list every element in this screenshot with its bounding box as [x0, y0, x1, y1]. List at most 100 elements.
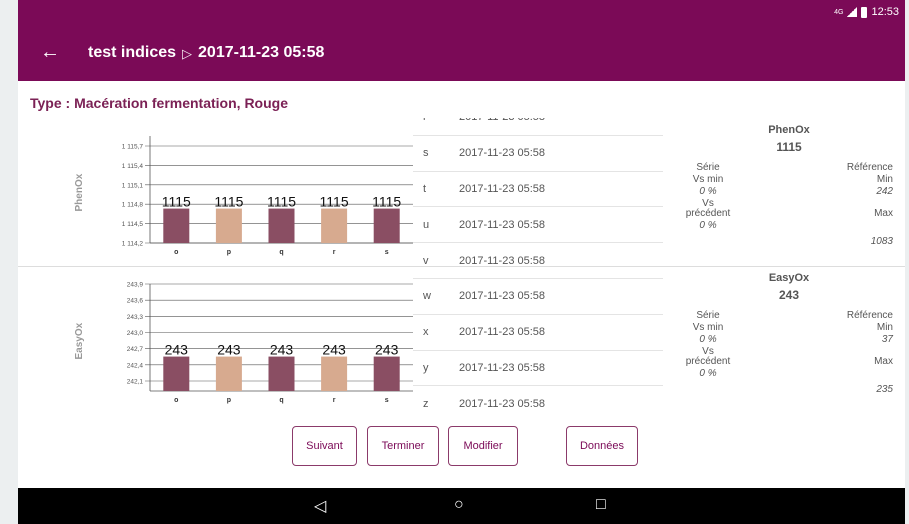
panel-name: EasyOx [768, 272, 810, 284]
list-item-date: 2017-11-23 05:58 [459, 290, 546, 303]
data-label: 243 [217, 342, 241, 358]
precedent-label: précédent [685, 208, 731, 219]
max-label: Max [874, 356, 893, 367]
bar-q [268, 356, 295, 391]
type-label: Type : Macération fermentation, Rouge [30, 95, 288, 111]
reference-label: Référence [846, 310, 893, 321]
arrow-left-icon[interactable]: ← [40, 41, 60, 64]
x-tick-label: s [385, 397, 389, 404]
title-date: 2017-11-23 05:58 [198, 44, 325, 61]
list-item[interactable]: w 2017-11-23 05:58 [413, 279, 663, 315]
title-separator: ▷ [182, 46, 193, 61]
easyox-chart: EasyOx 243,9 243,6 243,3 243,0 242,7 242,4 242,… [74, 282, 413, 404]
list-item-key: y [423, 361, 429, 374]
panel-name: PhenOx [768, 124, 810, 136]
list-item-key: w [423, 290, 431, 303]
easyox-panel: EasyOx 243 Série Vs min 0 % Vs précédent 0 % Réf… [673, 272, 905, 412]
bar-s [373, 208, 400, 243]
list-item[interactable]: r2017-11-23 05:58 [413, 118, 663, 136]
home-nav-icon[interactable]: ○ [454, 496, 464, 514]
y-axis-title: EasyOx [74, 322, 85, 359]
vs-min-label: Vs min [692, 174, 724, 185]
list-item[interactable]: v 2017-11-23 05:58 [413, 243, 663, 279]
page-title: test indices ▷ 2017-11-23 05:58 [88, 44, 324, 62]
phenox-panel: PhenOx 1115 Série Vs min 0 % Vs précédent 0 % Ré… [673, 124, 905, 264]
y-tick-label: 243,3 [127, 314, 144, 321]
y-tick-label: 243,9 [127, 282, 144, 289]
y-tick-label: 1 114,8 [122, 202, 144, 209]
list-item[interactable]: z 2017-11-23 05:58 [413, 386, 663, 408]
network-label: 4G [834, 8, 844, 16]
vs-min-value: 0 % [699, 186, 717, 197]
list-item[interactable]: s 2017-11-23 05:58 [413, 136, 663, 172]
date-list[interactable]: r2017-11-23 05:58s2017-11-23 05:58t2017-… [413, 118, 663, 408]
reference-label: Référence [846, 162, 893, 173]
list-item[interactable]: x 2017-11-23 05:58 [413, 315, 663, 351]
bar-o [163, 208, 190, 243]
x-tick-label: o [174, 249, 178, 256]
y-tick-label: 1 115,4 [122, 163, 144, 170]
y-tick-label: 1 115,1 [122, 182, 144, 189]
nav-bar: ◁ ○ □ [18, 488, 905, 524]
x-tick-label: q [279, 397, 283, 404]
list-item-key: r [413, 118, 459, 123]
list-item[interactable]: u 2017-11-23 05:58 [413, 207, 663, 244]
y-tick-label: 242,7 [127, 346, 144, 353]
y-tick-label: 243,0 [127, 330, 144, 337]
back-nav-icon[interactable]: ◁ [314, 496, 326, 516]
max-label: Max [874, 208, 893, 219]
list-item-date: 2017-11-23 05:58 [459, 361, 546, 374]
vs-min-label: Vs min [692, 322, 724, 333]
bar-r [321, 356, 348, 391]
max-value: 1083 [870, 236, 893, 247]
data-label: 243 [322, 342, 346, 358]
x-tick-label: p [227, 249, 231, 256]
clock: 12:53 [871, 6, 899, 18]
y-tick-label: 243,6 [127, 298, 144, 305]
date-list-inner: r2017-11-23 05:58s2017-11-23 05:58t2017-… [413, 118, 663, 408]
y-tick-label: 1 114,2 [122, 241, 144, 248]
data-button[interactable]: Données [566, 426, 638, 466]
y-tick-label: 1 115,7 [122, 144, 144, 151]
y-tick-label: 1 114,5 [122, 221, 144, 228]
list-item-date: 2017-11-23 05:58 [459, 147, 546, 160]
serie-label: Série [696, 310, 720, 321]
panel-value: 1115 [776, 140, 802, 154]
recents-nav-icon[interactable]: □ [596, 496, 606, 514]
bar-p [215, 208, 242, 243]
battery-icon [861, 6, 868, 18]
data-label: 1115 [372, 194, 401, 210]
finish-button[interactable]: Terminer [367, 426, 439, 466]
y-tick-label: 242,4 [127, 362, 144, 369]
list-item[interactable]: y 2017-11-23 05:58 [413, 351, 663, 387]
bar-r [321, 208, 348, 243]
list-item-key: s [423, 147, 429, 160]
y-axis-title: PhenOx [74, 173, 85, 211]
x-tick-label: o [174, 397, 178, 404]
data-label: 243 [165, 342, 189, 358]
data-label: 1115 [267, 194, 296, 210]
serie-label: Série [696, 162, 720, 173]
list-item-date: 2017-11-23 05:58 [459, 397, 546, 408]
precedent-label: précédent [685, 356, 731, 367]
bar-o [163, 356, 190, 391]
signal-icon [847, 7, 858, 17]
precedent-value: 0 % [699, 368, 717, 379]
bar-q [268, 208, 295, 243]
min-value: 242 [876, 186, 893, 197]
list-item-key: u [423, 218, 430, 231]
bar-p [215, 356, 242, 391]
x-tick-label: p [227, 397, 231, 404]
x-tick-label: s [385, 249, 389, 256]
list-item-date: 2017-11-23 05:58 [459, 118, 545, 123]
list-item-date: 2017-11-23 05:58 [459, 254, 546, 267]
x-tick-label: r [333, 249, 336, 256]
list-item[interactable]: t 2017-11-23 05:58 [413, 172, 663, 208]
phenox-chart: PhenOx 1 115,7 1 115,4 1 115,1 1 114,8 1 114,… [74, 136, 413, 256]
x-tick-label: q [279, 249, 283, 256]
data-label: 243 [270, 342, 294, 358]
vs-min-value: 0 % [699, 334, 717, 345]
list-item-key: x [423, 326, 429, 339]
edit-button[interactable]: Modifier [448, 426, 518, 466]
next-button[interactable]: Suivant [292, 426, 357, 466]
